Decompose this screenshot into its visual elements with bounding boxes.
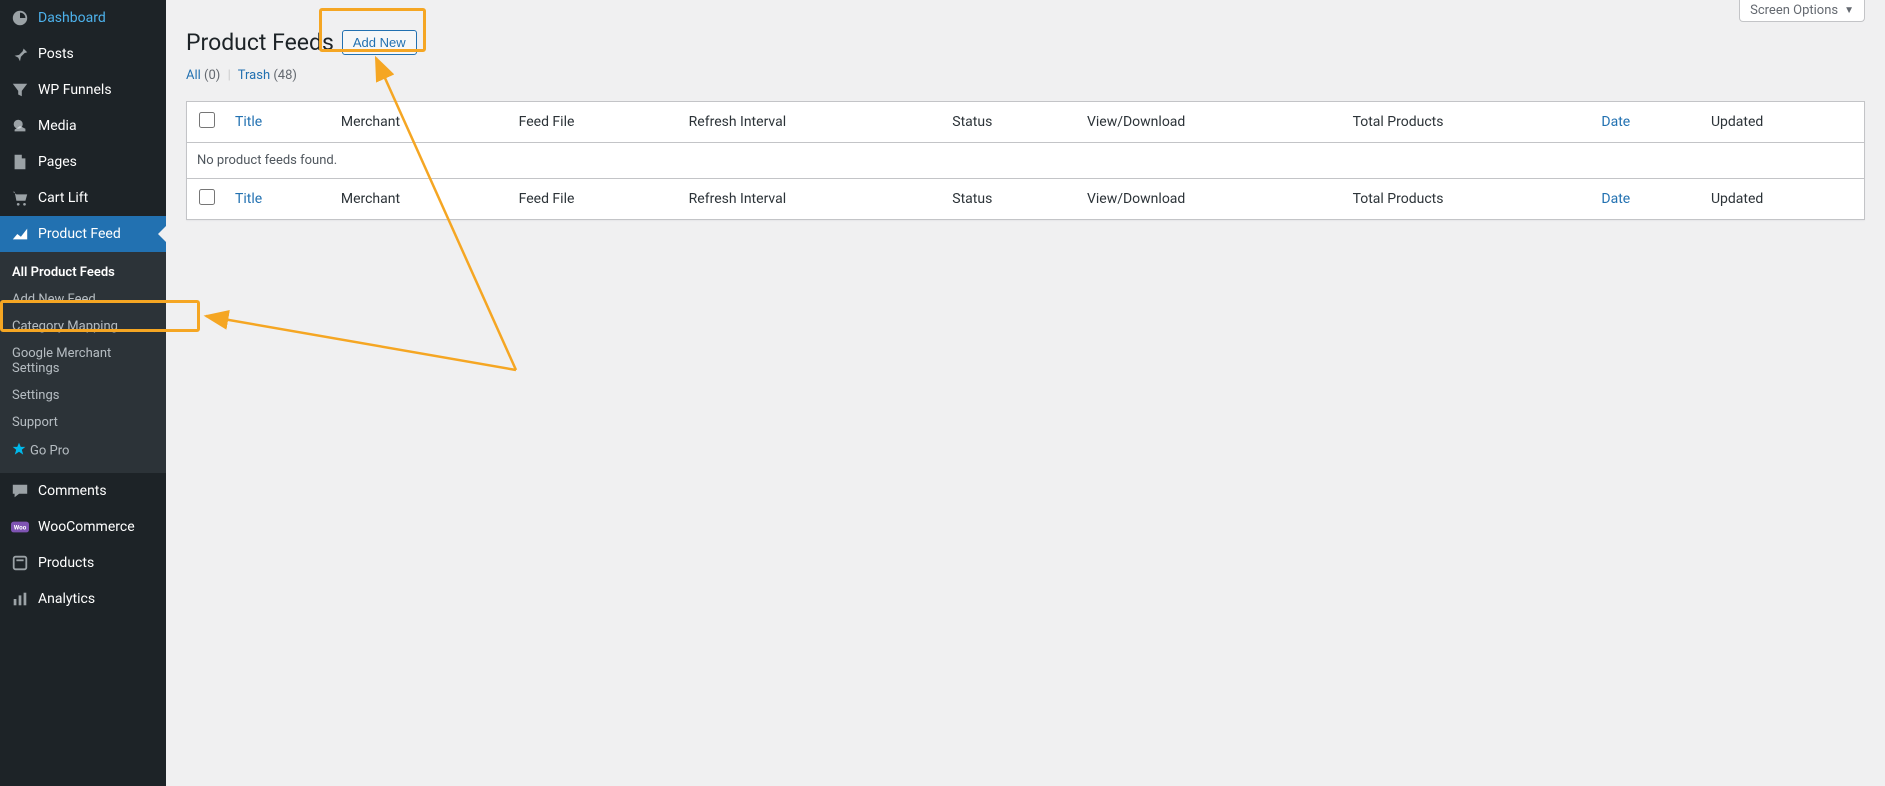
empty-message: No product feeds found. xyxy=(187,143,1865,179)
dashboard-icon xyxy=(10,8,30,28)
col-title-footer[interactable]: Title xyxy=(225,179,331,220)
view-filters: All (0) | Trash (48) xyxy=(186,68,1865,83)
col-merchant: Merchant xyxy=(331,102,509,143)
filter-trash-label: Trash xyxy=(238,68,270,83)
col-date-footer[interactable]: Date xyxy=(1591,179,1701,220)
cart-icon xyxy=(10,188,30,208)
col-refresh-interval-footer: Refresh Interval xyxy=(679,179,943,220)
submenu-item-add-new-feed[interactable]: Add New Feed xyxy=(0,286,166,313)
menu-item-posts[interactable]: Posts xyxy=(0,36,166,72)
funnel-icon xyxy=(10,80,30,100)
menu-label: WP Funnels xyxy=(38,82,112,98)
main-content: Screen Options ▼ Product Feeds Add New A… xyxy=(166,0,1885,786)
menu-label: Product Feed xyxy=(38,226,121,242)
page-title: Product Feeds xyxy=(186,20,334,60)
submenu-item-support[interactable]: Support xyxy=(0,409,166,436)
menu-label: Analytics xyxy=(38,591,95,607)
menu-label: Cart Lift xyxy=(38,190,88,206)
product-feeds-table: Title Merchant Feed File Refresh Interva… xyxy=(186,101,1865,220)
col-title[interactable]: Title xyxy=(225,102,331,143)
menu-item-pages[interactable]: Pages xyxy=(0,144,166,180)
menu-item-analytics[interactable]: Analytics xyxy=(0,581,166,617)
products-icon xyxy=(10,553,30,573)
menu-item-comments[interactable]: Comments xyxy=(0,473,166,509)
filter-all-label: All xyxy=(186,68,201,83)
col-view-download: View/Download xyxy=(1077,102,1343,143)
screen-options-tab[interactable]: Screen Options ▼ xyxy=(1739,0,1865,22)
chevron-down-icon: ▼ xyxy=(1844,5,1854,16)
menu-item-woocommerce[interactable]: Woo WooCommerce xyxy=(0,509,166,545)
submenu-productfeed: All Product Feeds Add New Feed Category … xyxy=(0,252,166,473)
submenu-item-settings[interactable]: Settings xyxy=(0,382,166,409)
col-feed-file: Feed File xyxy=(509,102,679,143)
filter-all-count: (0) xyxy=(204,68,220,83)
submenu-item-go-pro[interactable]: Go Pro xyxy=(0,436,166,466)
menu-item-cartlift[interactable]: Cart Lift xyxy=(0,180,166,216)
filter-trash-link[interactable]: Trash xyxy=(238,68,270,83)
menu-label: Pages xyxy=(38,154,77,170)
menu-item-dashboard[interactable]: Dashboard xyxy=(0,0,166,36)
col-view-download-footer: View/Download xyxy=(1077,179,1343,220)
select-all-checkbox[interactable] xyxy=(199,112,215,128)
submenu-label: Go Pro xyxy=(30,443,69,458)
col-updated: Updated xyxy=(1701,102,1865,143)
filter-all-link[interactable]: All xyxy=(186,68,201,83)
menu-label: Comments xyxy=(38,483,107,499)
select-all-checkbox-footer[interactable] xyxy=(199,189,215,205)
separator: | xyxy=(228,68,231,83)
menu-item-products[interactable]: Products xyxy=(0,545,166,581)
woo-icon: Woo xyxy=(10,517,30,537)
menu-label: Media xyxy=(38,118,77,134)
chart-icon xyxy=(10,224,30,244)
table-row-empty: No product feeds found. xyxy=(187,143,1865,179)
submenu-item-all-product-feeds[interactable]: All Product Feeds xyxy=(0,259,166,286)
col-feed-file-footer: Feed File xyxy=(509,179,679,220)
col-updated-footer: Updated xyxy=(1701,179,1865,220)
submenu-item-google-merchant[interactable]: Google Merchant Settings xyxy=(0,340,166,382)
col-total-products-footer: Total Products xyxy=(1343,179,1592,220)
add-new-button[interactable]: Add New xyxy=(342,30,417,55)
col-merchant-footer: Merchant xyxy=(331,179,509,220)
filter-trash-count: (48) xyxy=(273,68,297,83)
admin-sidebar: Dashboard Posts WP Funnels Media Pages C… xyxy=(0,0,166,786)
col-status: Status xyxy=(942,102,1077,143)
comment-icon xyxy=(10,481,30,501)
menu-item-productfeed[interactable]: Product Feed xyxy=(0,216,166,252)
col-total-products: Total Products xyxy=(1343,102,1592,143)
media-icon xyxy=(10,116,30,136)
star-icon xyxy=(12,442,26,460)
menu-label: WooCommerce xyxy=(38,519,135,535)
submenu-item-category-mapping[interactable]: Category Mapping xyxy=(0,313,166,340)
menu-label: Posts xyxy=(38,46,74,62)
menu-label: Dashboard xyxy=(38,10,106,26)
col-status-footer: Status xyxy=(942,179,1077,220)
pin-icon xyxy=(10,44,30,64)
col-refresh-interval: Refresh Interval xyxy=(679,102,943,143)
analytics-icon xyxy=(10,589,30,609)
svg-text:Woo: Woo xyxy=(14,524,27,532)
menu-label: Products xyxy=(38,555,94,571)
menu-item-media[interactable]: Media xyxy=(0,108,166,144)
col-date[interactable]: Date xyxy=(1591,102,1701,143)
page-icon xyxy=(10,152,30,172)
menu-item-wpfunnels[interactable]: WP Funnels xyxy=(0,72,166,108)
screen-options-label: Screen Options xyxy=(1750,3,1838,18)
